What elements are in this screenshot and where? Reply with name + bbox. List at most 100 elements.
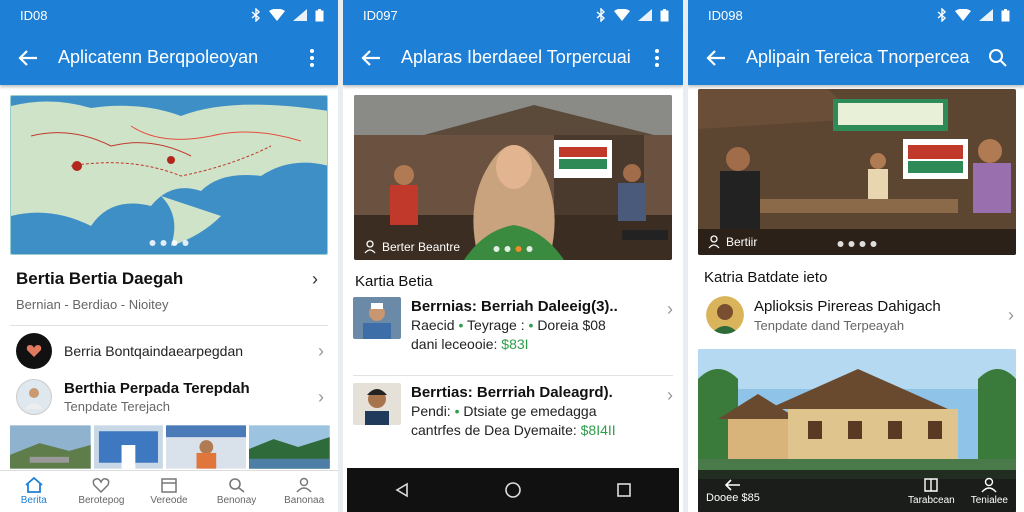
recents-square-icon[interactable] bbox=[616, 482, 632, 498]
featured-subtitle: Bernian - Berdiao - Nioitey bbox=[16, 297, 169, 312]
bottom-overlay-bar: Dooee $85 Tarabcean Tenialee bbox=[698, 470, 1016, 512]
chevron-right-icon: › bbox=[1008, 304, 1014, 325]
list-item-label: Berria Bontqaindaearpegdan bbox=[64, 343, 244, 359]
person-icon bbox=[296, 477, 312, 493]
news-item[interactable]: Berrnias: Berriah Daleeig(3).. Raecid • … bbox=[353, 297, 673, 371]
person-outline-icon bbox=[364, 240, 376, 254]
featured-row[interactable]: Bertia Bertia Daegah Bernian - Berdiao -… bbox=[16, 269, 324, 312]
carousel-indicator bbox=[837, 241, 877, 247]
status-bar: ID098 bbox=[688, 0, 1024, 30]
nav-search[interactable]: Benonay bbox=[203, 471, 271, 512]
news-thumbnail bbox=[353, 383, 401, 425]
photo-thumb[interactable] bbox=[10, 425, 91, 469]
hero-carousel[interactable]: Bertiir bbox=[698, 89, 1016, 255]
app-bar: Aplaras Iberdaeel Torpercuai bbox=[343, 30, 683, 85]
back-arrow-icon[interactable] bbox=[14, 44, 42, 72]
list-item[interactable]: Berthia Perpada Terepdah Tenpdate Tereja… bbox=[16, 377, 324, 417]
app-bar: Aplipain Tereica Tnorpercea bbox=[688, 30, 1024, 85]
phone-screen-1: ID08 Aplicatenn Berqpoleoyan Bertia Bert… bbox=[0, 0, 338, 512]
heart-icon bbox=[92, 478, 110, 493]
photo-strip bbox=[10, 425, 330, 469]
status-bar: ID08 bbox=[0, 0, 338, 30]
status-time: ID097 bbox=[363, 7, 398, 23]
app-title: Aplaras Iberdaeel Torpercuai bbox=[401, 47, 631, 67]
battery-icon bbox=[1001, 8, 1010, 21]
home-circle-icon[interactable] bbox=[504, 481, 522, 499]
bluetooth-icon bbox=[596, 8, 606, 22]
hero-caption: Bertiir bbox=[726, 235, 758, 249]
signal-icon bbox=[979, 9, 993, 21]
app-title: Aplipain Tereica Tnorpercea bbox=[746, 47, 970, 67]
avatar bbox=[706, 296, 744, 334]
home-icon bbox=[25, 477, 43, 493]
bottom-navigation: Berita Berotepog Vereode Benonay Banonaa bbox=[0, 470, 338, 512]
battery-icon bbox=[660, 8, 669, 21]
bluetooth-icon bbox=[937, 8, 947, 22]
app-title: Aplicatenn Berqpoleoyan bbox=[58, 47, 259, 67]
person-outline-icon bbox=[708, 235, 720, 249]
map-image bbox=[11, 96, 327, 254]
search-icon bbox=[228, 478, 245, 493]
chevron-right-icon: › bbox=[318, 340, 324, 361]
status-bar: ID097 bbox=[343, 0, 683, 30]
signal-icon bbox=[293, 9, 307, 21]
search-icon[interactable] bbox=[986, 44, 1010, 72]
calendar-icon bbox=[161, 478, 177, 493]
chevron-right-icon: › bbox=[318, 386, 324, 407]
nav-back[interactable]: Dooee $85 bbox=[706, 478, 760, 504]
section-title: Kartia Betia bbox=[355, 273, 433, 290]
back-arrow-icon[interactable] bbox=[357, 44, 385, 72]
news-title: Berrnias: Berriah Daleeig(3).. bbox=[411, 298, 618, 315]
list-item-subtitle: Tenpdate Terejach bbox=[64, 399, 171, 414]
status-time: ID08 bbox=[20, 7, 48, 23]
back-arrow-icon[interactable] bbox=[702, 44, 730, 72]
signal-icon bbox=[638, 9, 652, 21]
wifi-icon bbox=[614, 9, 630, 21]
system-navigation-bar bbox=[347, 468, 679, 512]
phone-screen-2: ID097 Aplaras Iberdaeel Torpercuai Berte… bbox=[343, 0, 683, 512]
carousel-indicator bbox=[149, 240, 189, 246]
nav-home[interactable]: Berita bbox=[0, 471, 68, 512]
photo-thumb[interactable] bbox=[249, 425, 330, 469]
wifi-icon bbox=[269, 9, 285, 21]
list-item[interactable]: Aplioksis Pirereas Dahigach Tenpdate dan… bbox=[706, 293, 1014, 337]
chevron-right-icon: › bbox=[312, 269, 318, 289]
news-thumbnail bbox=[353, 297, 401, 339]
chevron-right-icon: › bbox=[667, 385, 673, 405]
share-dot-icon: • bbox=[458, 317, 464, 333]
hero-caption: Berter Beantre bbox=[382, 240, 461, 254]
back-triangle-icon[interactable] bbox=[394, 482, 410, 498]
screenshot-composite: ID08 Aplicatenn Berqpoleoyan Bertia Bert… bbox=[0, 0, 1024, 512]
status-time: ID098 bbox=[708, 7, 743, 23]
nav-video[interactable]: Vereode bbox=[135, 471, 203, 512]
news-item[interactable]: Berrtias: Berrriah Daleagrd). Pendi: • D… bbox=[353, 383, 673, 457]
news-title: Berrtias: Berrriah Daleagrd). bbox=[411, 384, 613, 401]
list-item-subtitle: Tenpdate dand Terpeayah bbox=[754, 317, 905, 333]
list-item[interactable]: Berria Bontqaindaearpegdan › bbox=[16, 333, 324, 369]
carousel-indicator bbox=[493, 246, 533, 252]
person-icon bbox=[981, 477, 997, 492]
more-vert-icon[interactable] bbox=[645, 44, 669, 72]
avatar bbox=[16, 379, 52, 415]
wifi-icon bbox=[955, 9, 971, 21]
bluetooth-icon bbox=[251, 8, 261, 22]
list-item-title: Aplioksis Pirereas Dahigach bbox=[754, 297, 941, 315]
photo-thumb[interactable] bbox=[93, 425, 163, 469]
nav-profile[interactable]: Tenialee bbox=[971, 477, 1008, 506]
nav-bookmarks[interactable]: Tarabcean bbox=[908, 477, 955, 506]
book-icon bbox=[924, 477, 939, 492]
map-carousel[interactable] bbox=[10, 95, 328, 255]
avatar bbox=[16, 333, 52, 369]
nav-favorites[interactable]: Berotepog bbox=[68, 471, 136, 512]
photo-thumb[interactable] bbox=[165, 425, 247, 469]
more-vert-icon[interactable] bbox=[300, 44, 324, 72]
featured-title: Bertia Bertia Daegah bbox=[16, 269, 184, 288]
hero-image bbox=[698, 89, 1016, 255]
list-item-title: Berthia Perpada Terepdah bbox=[64, 380, 250, 397]
hero-carousel[interactable]: Berter Beantre bbox=[354, 95, 672, 260]
nav-profile[interactable]: Banonaa bbox=[270, 471, 338, 512]
chevron-right-icon: › bbox=[667, 299, 673, 319]
section-title: Katria Batdate ieto bbox=[704, 269, 828, 286]
app-bar: Aplicatenn Berqpoleoyan bbox=[0, 30, 338, 85]
back-arrow-icon bbox=[724, 478, 740, 491]
